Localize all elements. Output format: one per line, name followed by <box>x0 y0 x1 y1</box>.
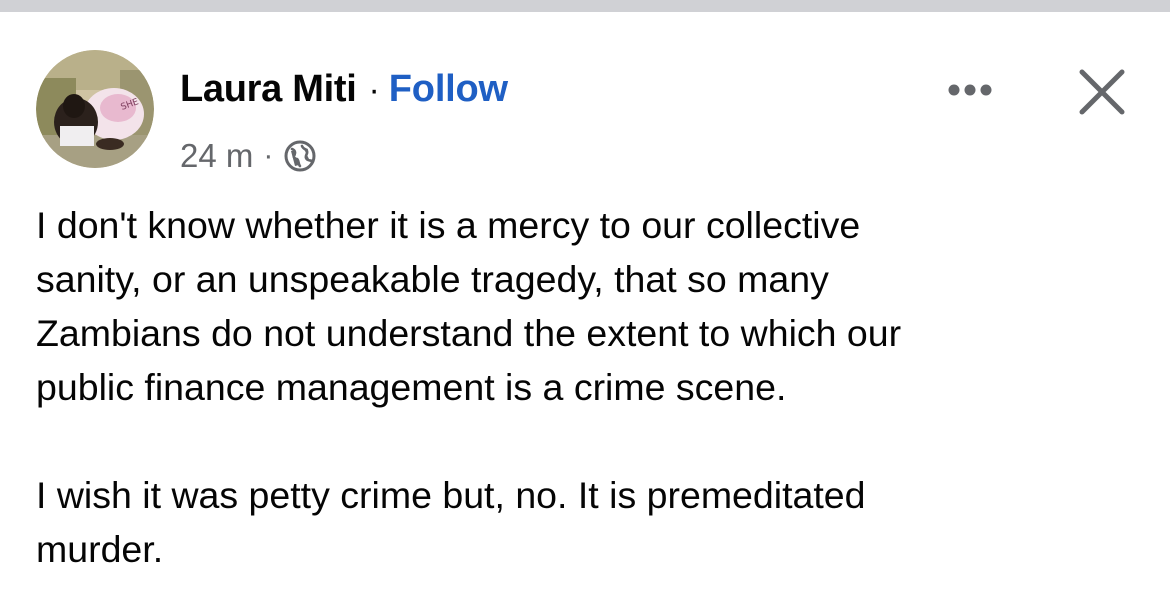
globe-icon[interactable] <box>283 139 317 173</box>
post-timestamp[interactable]: 24 m <box>180 137 253 175</box>
avatar-photo: SHE <box>36 50 154 168</box>
follow-button[interactable]: Follow <box>389 68 508 111</box>
post-text-line: sanity, or an unspeakable tragedy, that … <box>36 258 829 300</box>
post-text-line: public finance management is a crime sce… <box>36 366 787 408</box>
author-avatar[interactable]: SHE <box>36 50 154 168</box>
post-card: SHE Laura Miti · Follow 24 m · I don't k… <box>0 12 1170 593</box>
close-button[interactable] <box>1076 66 1128 118</box>
meta-separator: · <box>263 139 274 172</box>
post-body: I don't know whether it is a mercy to ou… <box>36 198 1136 576</box>
name-follow-separator: · <box>368 71 380 109</box>
author-row: Laura Miti · Follow <box>180 68 508 112</box>
author-name[interactable]: Laura Miti <box>180 68 357 111</box>
more-dots-icon <box>948 84 992 96</box>
close-icon <box>1079 69 1125 115</box>
post-text-line: Zambians do not understand the extent to… <box>36 312 902 354</box>
more-options-button[interactable] <box>940 74 1000 106</box>
top-divider-strip <box>0 0 1170 12</box>
post-text-line: murder. <box>36 528 164 570</box>
post-text-line: I don't know whether it is a mercy to ou… <box>36 204 861 246</box>
post-text-line: I wish it was petty crime but, no. It is… <box>36 474 866 516</box>
post-meta: 24 m · <box>180 136 317 176</box>
